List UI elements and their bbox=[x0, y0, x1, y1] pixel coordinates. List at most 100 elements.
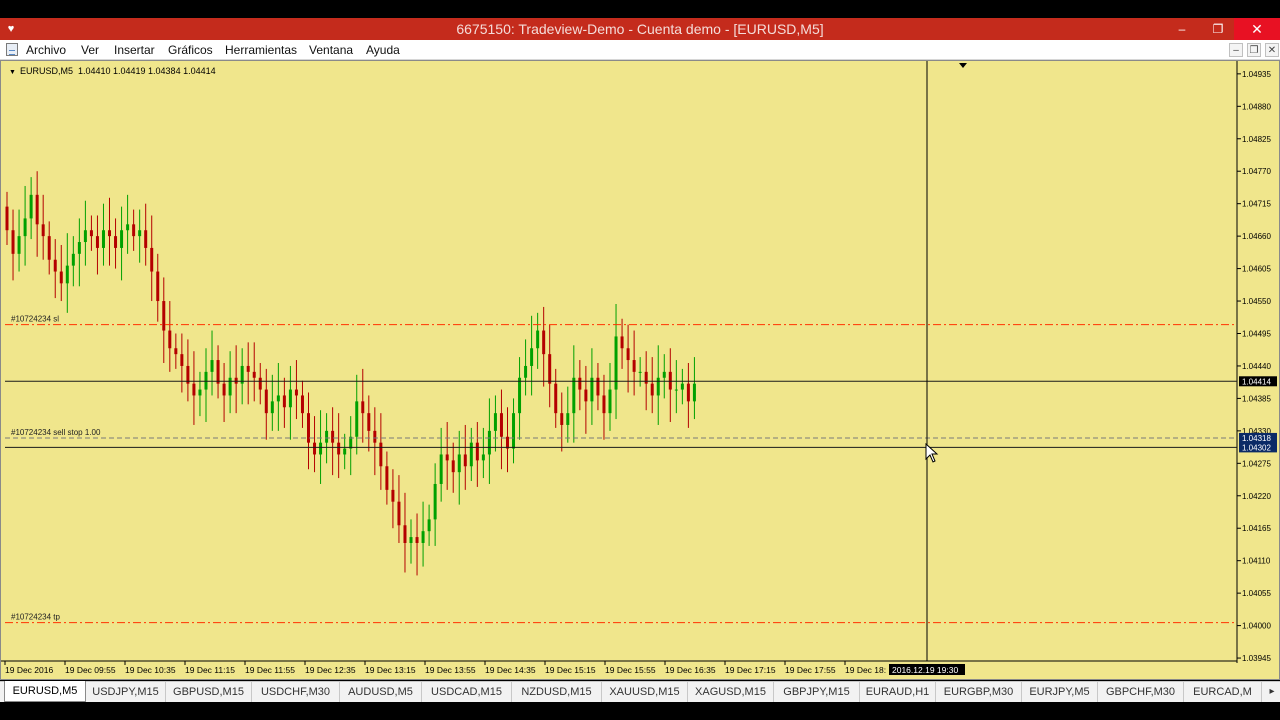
candle-bull bbox=[572, 377, 576, 414]
price-tick-label: 1.04715 bbox=[1242, 200, 1271, 209]
candle-bear bbox=[644, 371, 648, 384]
tab-gbpchf-m30[interactable]: GBPCHF,M30 bbox=[1098, 682, 1184, 702]
tab-gbpusd-m15[interactable]: GBPUSD,M15 bbox=[166, 682, 252, 702]
candle-bear bbox=[337, 442, 341, 455]
collapse-arrow-icon: ▼ bbox=[9, 69, 16, 76]
price-tick-label: 1.04825 bbox=[1242, 135, 1271, 144]
tab-xagusd-m15[interactable]: XAGUSD,M15 bbox=[688, 682, 774, 702]
price-tick-label: 1.04000 bbox=[1242, 622, 1271, 631]
time-tick-label: 19 Dec 13:55 bbox=[425, 665, 476, 675]
tab-usdchf-m30[interactable]: USDCHF,M30 bbox=[252, 682, 340, 702]
candle-bull bbox=[276, 395, 280, 402]
tab-eurusd-m5[interactable]: EURUSD,M5 bbox=[4, 681, 86, 702]
candle-bear bbox=[391, 489, 395, 502]
mdi-close-button[interactable]: ✕ bbox=[1265, 43, 1279, 57]
candle-bear bbox=[397, 501, 401, 526]
menu-herramientas[interactable]: Herramientas bbox=[225, 40, 297, 60]
time-tick-label: 19 Dec 13:15 bbox=[365, 665, 416, 675]
candle-bull bbox=[439, 454, 443, 484]
candle-bear bbox=[234, 377, 238, 384]
mdi-restore-button[interactable]: ❐ bbox=[1247, 43, 1261, 57]
tab-xauusd-m15[interactable]: XAUUSD,M15 bbox=[602, 682, 688, 702]
candle-bear bbox=[47, 236, 51, 260]
candle-bear bbox=[89, 230, 93, 237]
candle-bull bbox=[481, 454, 485, 461]
candle-bull bbox=[138, 230, 142, 237]
candle-bear bbox=[11, 230, 15, 254]
candle-bear bbox=[162, 301, 166, 331]
candle-bull bbox=[512, 413, 516, 449]
candle-bear bbox=[632, 360, 636, 372]
time-tick-label: 19 Dec 2016 bbox=[5, 665, 53, 675]
price-tick-label: 1.04495 bbox=[1242, 329, 1271, 338]
candle-bear bbox=[602, 395, 606, 414]
price-tick-label: 1.04935 bbox=[1242, 70, 1271, 79]
candle-bull bbox=[524, 365, 528, 378]
menu-ayuda[interactable]: Ayuda bbox=[366, 40, 400, 60]
candle-bear bbox=[282, 395, 286, 408]
menu-insertar[interactable]: Insertar bbox=[114, 40, 155, 60]
price-tag-label: 1.04414 bbox=[1242, 377, 1271, 386]
menu-archivo[interactable]: Archivo bbox=[26, 40, 66, 60]
candle-bear bbox=[192, 383, 196, 396]
order-line-label: #10724234 sl bbox=[11, 315, 59, 324]
close-button[interactable]: ✕ bbox=[1234, 18, 1280, 40]
tab-nzdusd-m15[interactable]: NZDUSD,M15 bbox=[512, 682, 602, 702]
candle-bull bbox=[530, 348, 534, 366]
time-tick-label: 19 Dec 15:55 bbox=[605, 665, 656, 675]
tab-eurjpy-m5[interactable]: EURJPY,M5 bbox=[1022, 682, 1098, 702]
candle-bull bbox=[71, 253, 75, 266]
menu-ventana[interactable]: Ventana bbox=[309, 40, 353, 60]
menu-graficos[interactable]: Gráficos bbox=[168, 40, 213, 60]
candle-bear bbox=[35, 194, 39, 225]
time-tick-label: 19 Dec 11:15 bbox=[185, 665, 235, 675]
minimize-button[interactable]: – bbox=[1168, 18, 1196, 40]
menu-ver[interactable]: Ver bbox=[81, 40, 99, 60]
candle-bear bbox=[132, 224, 136, 237]
candle-bull bbox=[29, 194, 33, 219]
restore-button[interactable]: ❐ bbox=[1204, 18, 1232, 40]
candle-bear bbox=[548, 354, 552, 384]
chart-document-icon[interactable] bbox=[6, 43, 18, 56]
candle-bull bbox=[288, 389, 292, 408]
candle-bear bbox=[108, 230, 112, 237]
tab-eurcad[interactable]: EURCAD,M bbox=[1184, 682, 1262, 702]
window-title-bar[interactable]: ♥ 6675150: Tradeview-Demo - Cuenta demo … bbox=[0, 18, 1280, 40]
candle-bull bbox=[23, 218, 27, 237]
tab-usdjpy-m15[interactable]: USDJPY,M15 bbox=[86, 682, 166, 702]
candle-bull bbox=[77, 242, 81, 254]
candle-bull bbox=[433, 483, 437, 520]
tab-gbpjpy-m15[interactable]: GBPJPY,M15 bbox=[774, 682, 860, 702]
tab-usdcad-m15[interactable]: USDCAD,M15 bbox=[422, 682, 512, 702]
candle-bull bbox=[204, 371, 208, 390]
tab-euraud-h1[interactable]: EURAUD,H1 bbox=[860, 682, 936, 702]
tab-audusd-m5[interactable]: AUDUSD,M5 bbox=[340, 682, 422, 702]
chart-window[interactable]: 1.04935 1.04880 1.04825 1.04770 1.04715 1.046… bbox=[0, 60, 1280, 680]
price-chart[interactable]: 1.04935 1.04880 1.04825 1.04770 1.04715 1.046… bbox=[1, 61, 1279, 679]
price-tick-label: 1.04660 bbox=[1242, 232, 1271, 241]
candle-bull bbox=[126, 224, 130, 231]
price-tick-label: 1.04550 bbox=[1242, 297, 1271, 306]
tab-eurgbp-m30[interactable]: EURGBP,M30 bbox=[936, 682, 1022, 702]
price-tick-label: 1.04385 bbox=[1242, 394, 1271, 403]
price-tick-label: 1.04055 bbox=[1242, 589, 1271, 598]
candle-bear bbox=[668, 371, 672, 390]
candle-bear bbox=[620, 336, 624, 349]
candle-bear bbox=[156, 271, 160, 302]
candle-bear bbox=[584, 389, 588, 402]
candle-bear bbox=[294, 389, 298, 396]
mdi-minimize-button[interactable]: – bbox=[1229, 43, 1243, 57]
candle-bull bbox=[319, 442, 323, 455]
candle-bear bbox=[686, 383, 690, 402]
candle-bear bbox=[379, 442, 383, 467]
price-tick-label: 1.04440 bbox=[1242, 362, 1271, 371]
chart-tab-bar: EURUSD,M5 USDJPY,M15 GBPUSD,M15 USDCHF,M… bbox=[0, 681, 1280, 702]
tab-scroll-right-icon[interactable]: ▸ bbox=[1266, 685, 1278, 699]
candle-bull bbox=[343, 448, 347, 455]
candle-bear bbox=[144, 230, 148, 248]
candle-bear bbox=[59, 271, 63, 284]
candle-bear bbox=[95, 236, 99, 248]
candle-bear bbox=[560, 413, 564, 425]
price-tick-label: 1.04770 bbox=[1242, 167, 1271, 176]
candle-bull bbox=[325, 430, 329, 443]
